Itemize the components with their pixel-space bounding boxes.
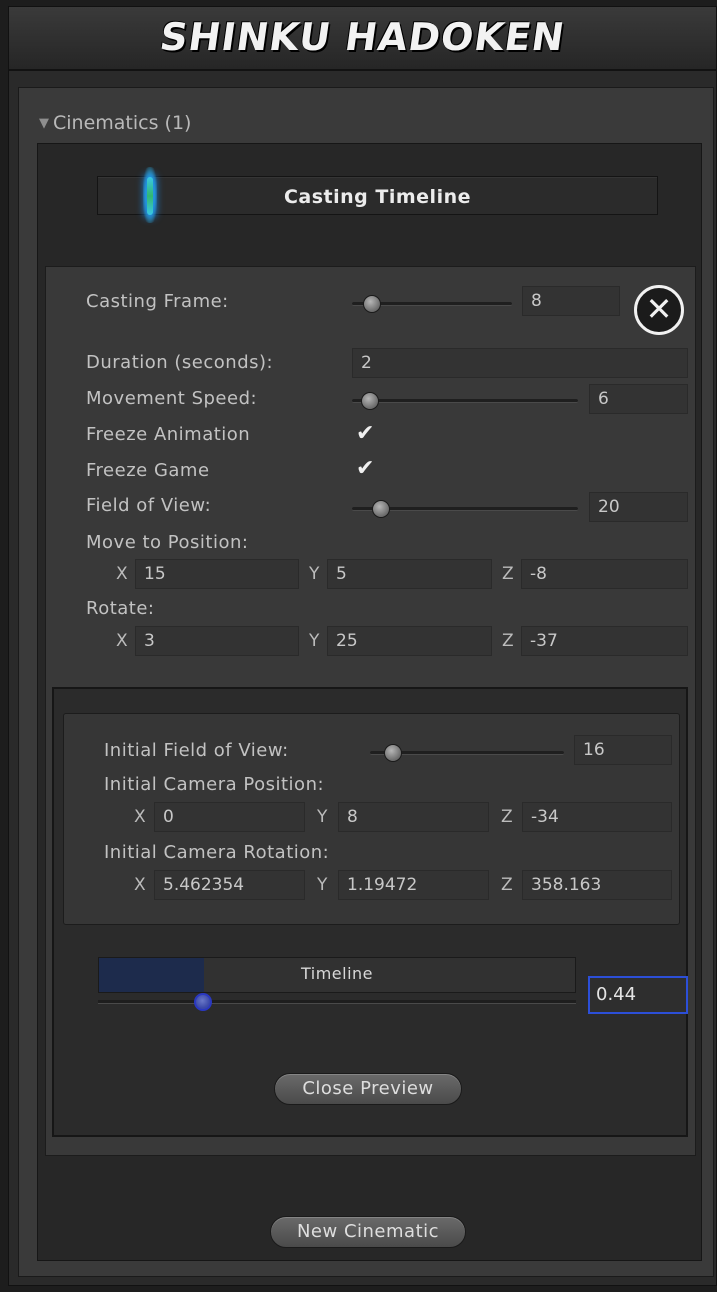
- remove-cinematic-close-icon[interactable]: ✕: [634, 285, 684, 335]
- movement-speed-slider[interactable]: [352, 399, 578, 403]
- casting-frame-label: Casting Frame:: [86, 291, 229, 312]
- close-preview-button[interactable]: Close Preview: [274, 1073, 462, 1105]
- initial-pos-y-field[interactable]: 8: [338, 802, 489, 832]
- freeze-game-label: Freeze Game: [86, 460, 210, 481]
- initial-rot-x-axis-label: X: [134, 875, 146, 895]
- move-y-axis-label: Y: [309, 564, 320, 584]
- casting-frame-slider-thumb[interactable]: [363, 295, 381, 313]
- initial-camera-box: Initial Field of View: 16 Initial Camera…: [63, 713, 680, 925]
- initial-position-label: Initial Camera Position:: [104, 774, 325, 795]
- foldout-label: Cinematics (1): [53, 112, 192, 134]
- move-x-axis-label: X: [116, 564, 128, 584]
- initial-pos-z-field[interactable]: -34: [522, 802, 672, 832]
- title-bar: SHINKU HADOKEN: [9, 7, 716, 71]
- editor-frame: SHINKU HADOKEN ▼ Cinematics (1) Casting T…: [0, 0, 717, 1292]
- initial-rot-y-field[interactable]: 1.19472: [338, 870, 489, 900]
- initial-pos-z-axis-label: Z: [501, 807, 513, 827]
- initial-rot-z-axis-label: Z: [501, 875, 513, 895]
- rotate-z-field[interactable]: -37: [521, 626, 688, 656]
- freeze-animation-checkbox[interactable]: ✔: [356, 423, 378, 445]
- initial-rot-y-axis-label: Y: [317, 875, 328, 895]
- movement-speed-label: Movement Speed:: [86, 388, 258, 409]
- preview-section: Initial Field of View: 16 Initial Camera…: [52, 687, 688, 1137]
- movement-speed-slider-thumb[interactable]: [361, 392, 379, 410]
- inspector-window: SHINKU HADOKEN ▼ Cinematics (1) Casting T…: [8, 6, 717, 1286]
- move-z-axis-label: Z: [502, 564, 514, 584]
- window-title: SHINKU HADOKEN: [157, 15, 568, 59]
- freeze-game-checkbox[interactable]: ✔: [356, 458, 378, 480]
- move-to-position-label: Move to Position:: [86, 532, 249, 553]
- cinematic-panel: Casting Timeline Casting Frame: 8 ✕ Dura…: [37, 143, 702, 1261]
- field-of-view-label: Field of View:: [86, 495, 212, 516]
- new-cinematic-button[interactable]: New Cinematic: [270, 1216, 466, 1248]
- rotate-z-axis-label: Z: [502, 631, 514, 651]
- foldout-triangle-icon[interactable]: ▼: [39, 116, 49, 131]
- timeline-slider-thumb[interactable]: [194, 993, 213, 1011]
- initial-rot-z-field[interactable]: 358.163: [522, 870, 672, 900]
- initial-pos-y-axis-label: Y: [317, 807, 328, 827]
- rotate-x-field[interactable]: 3: [135, 626, 299, 656]
- initial-pos-x-axis-label: X: [134, 807, 146, 827]
- timeline-slider-track[interactable]: [98, 1000, 576, 1004]
- rotate-y-axis-label: Y: [309, 631, 320, 651]
- timeline-label: Timeline: [300, 964, 374, 983]
- timeline-value-field[interactable]: 0.44: [588, 976, 688, 1014]
- move-z-field[interactable]: -8: [521, 559, 688, 589]
- move-x-field[interactable]: 15: [135, 559, 299, 589]
- movement-speed-field[interactable]: 6: [589, 384, 688, 414]
- header-title: Casting Timeline: [283, 186, 471, 208]
- rotate-label: Rotate:: [86, 598, 155, 619]
- inspector-panel: ▼ Cinematics (1) Casting Timeline Casting…: [18, 87, 714, 1277]
- freeze-animation-label: Freeze Animation: [86, 424, 251, 445]
- duration-label: Duration (seconds):: [86, 352, 274, 373]
- move-y-field[interactable]: 5: [327, 559, 492, 589]
- cinematic-details: Casting Frame: 8 ✕ Duration (seconds): 2…: [45, 266, 696, 1156]
- timeline-bar[interactable]: Timeline: [98, 957, 576, 993]
- cinematics-foldout[interactable]: ▼ Cinematics (1): [39, 112, 191, 134]
- initial-rot-x-field[interactable]: 5.462354: [154, 870, 305, 900]
- duration-field[interactable]: 2: [352, 348, 688, 378]
- field-of-view-slider-thumb[interactable]: [372, 500, 390, 518]
- rotate-x-axis-label: X: [116, 631, 128, 651]
- initial-fov-field[interactable]: 16: [574, 735, 672, 765]
- rotate-y-field[interactable]: 25: [327, 626, 492, 656]
- initial-pos-x-field[interactable]: 0: [154, 802, 305, 832]
- casting-timeline-header[interactable]: Casting Timeline: [97, 167, 658, 223]
- casting-frame-field[interactable]: 8: [522, 286, 620, 316]
- initial-fov-slider-thumb[interactable]: [384, 744, 402, 762]
- field-of-view-field[interactable]: 20: [589, 492, 688, 522]
- initial-fov-label: Initial Field of View:: [104, 740, 289, 761]
- initial-rotation-label: Initial Camera Rotation:: [104, 842, 330, 863]
